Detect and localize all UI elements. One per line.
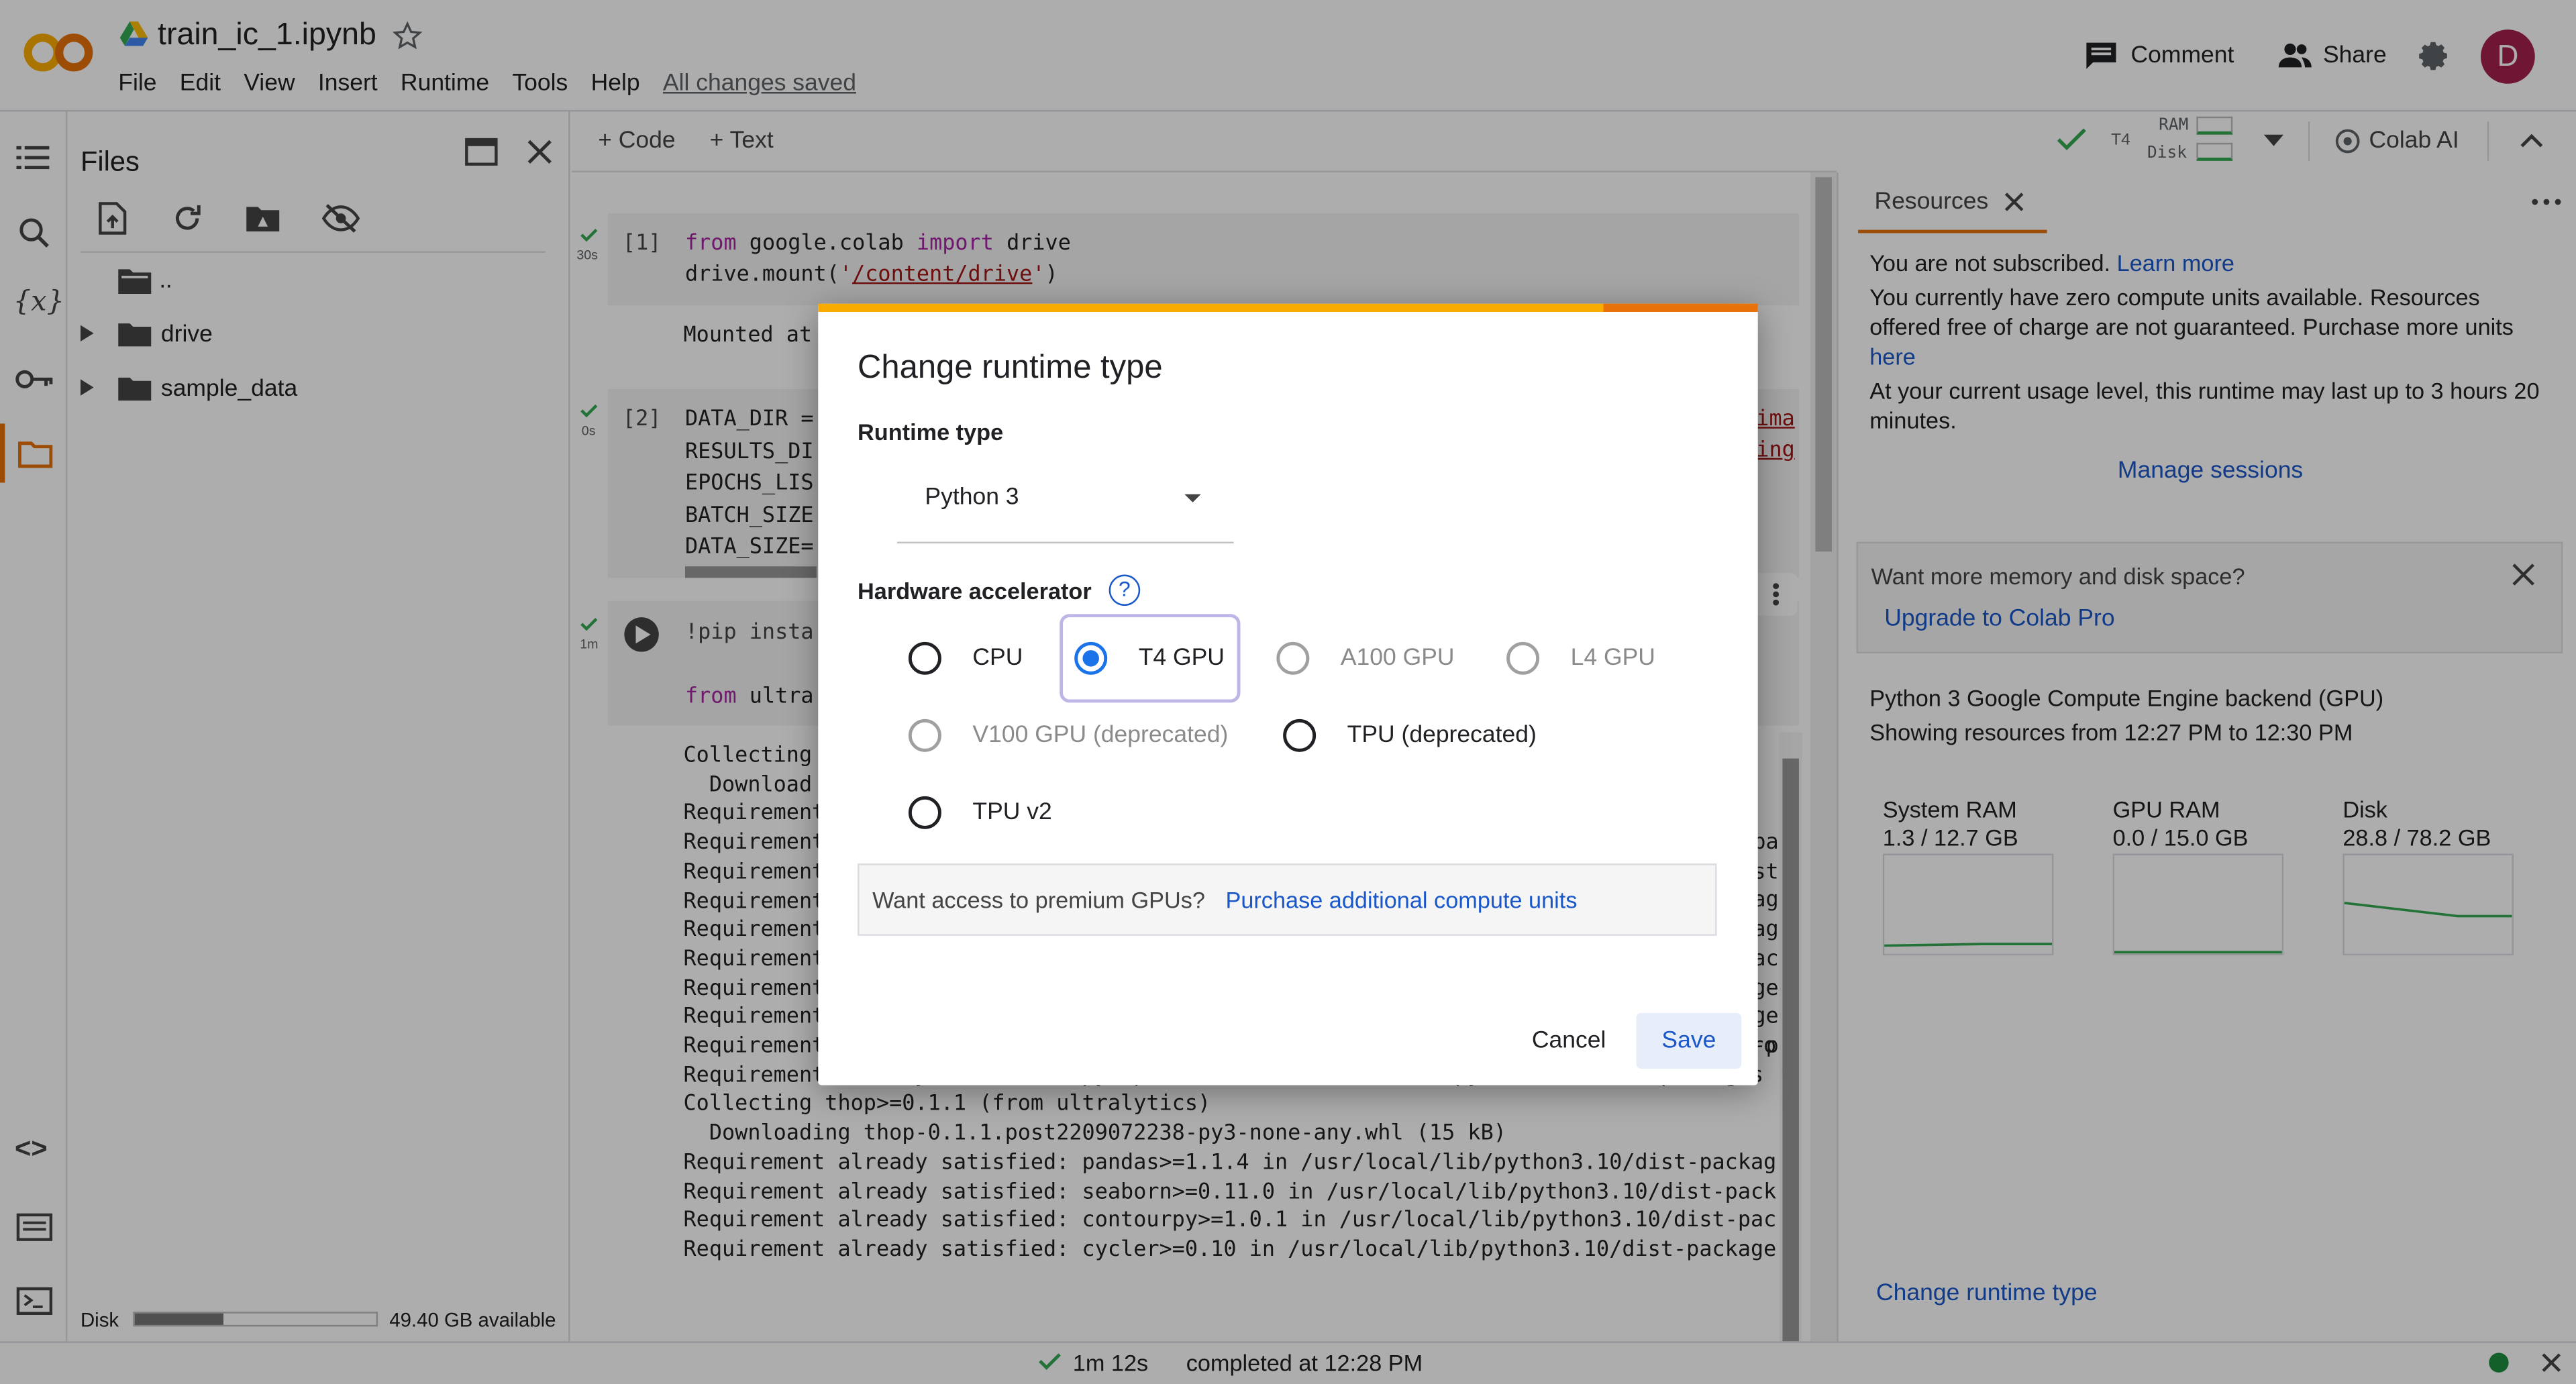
option-label: TPU v2: [972, 799, 1052, 826]
change-runtime-dialog: Change runtime type Runtime type Python …: [818, 303, 1758, 1085]
radio-v100-gpu[interactable]: [908, 718, 941, 752]
radio-tpu-v2[interactable]: [908, 796, 941, 829]
option-label: T4 GPU: [1138, 645, 1225, 672]
help-icon[interactable]: ?: [1109, 574, 1141, 606]
runtime-type-select[interactable]: Python 3: [896, 462, 1234, 544]
option-label: CPU: [972, 645, 1023, 672]
colab-window: train_ic_1.ipynb File Edit View Insert Runti…: [0, 0, 2576, 1384]
dropdown-arrow-icon: [1184, 494, 1201, 502]
save-button[interactable]: Save: [1636, 1012, 1742, 1069]
dialog-progress-bar: [818, 303, 1758, 312]
option-label: A100 GPU: [1340, 645, 1455, 672]
runtime-type-value: Python 3: [925, 484, 1019, 511]
radio-a100-gpu[interactable]: [1276, 641, 1310, 675]
hardware-accelerator-label: Hardware accelerator: [858, 578, 1092, 604]
radio-cpu[interactable]: [908, 641, 941, 675]
cancel-button[interactable]: Cancel: [1508, 1013, 1630, 1069]
option-label: V100 GPU (deprecated): [972, 722, 1229, 749]
radio-tpu-deprecated[interactable]: [1283, 718, 1317, 752]
dialog-title: Change runtime type: [858, 350, 1163, 386]
option-label: TPU (deprecated): [1347, 722, 1537, 749]
option-label: L4 GPU: [1570, 645, 1655, 672]
purchase-compute-link[interactable]: Purchase additional compute units: [1225, 886, 1577, 912]
runtime-type-label: Runtime type: [858, 419, 1004, 445]
premium-text: Want access to premium GPUs?: [872, 886, 1205, 913]
radio-l4-gpu[interactable]: [1506, 641, 1540, 675]
radio-t4-gpu[interactable]: [1074, 641, 1108, 675]
